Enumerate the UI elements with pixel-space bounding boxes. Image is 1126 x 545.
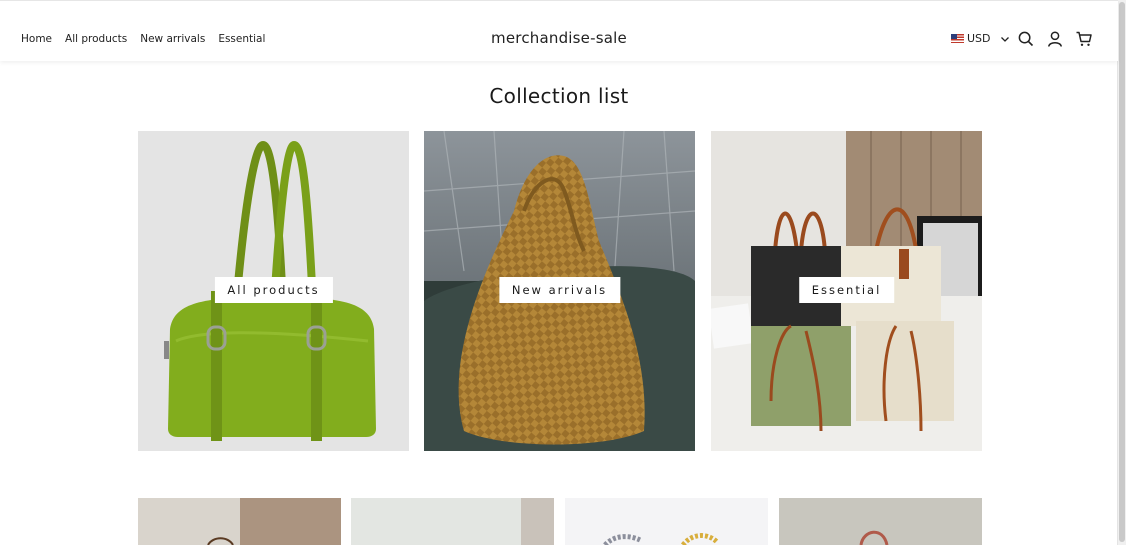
product-thumbnail[interactable] bbox=[351, 498, 554, 545]
tote-bag-thumbnail-image bbox=[138, 498, 341, 545]
us-flag-icon bbox=[951, 34, 964, 43]
chain-bracelets-thumbnail-image bbox=[565, 498, 768, 545]
currency-selector[interactable]: USD bbox=[951, 32, 1011, 45]
collection-label[interactable]: All products bbox=[214, 277, 333, 303]
collection-label[interactable]: New arrivals bbox=[498, 277, 621, 303]
chevron-down-icon bbox=[1000, 36, 1009, 42]
page-title: Collection list bbox=[489, 84, 629, 108]
currency-label: USD bbox=[967, 32, 991, 45]
site-header: Home All products New arrivals Essential… bbox=[0, 0, 1118, 61]
scrollbar-thumb[interactable] bbox=[1119, 2, 1125, 542]
collection-card-all-products[interactable]: All products bbox=[138, 131, 409, 451]
product-thumbnail[interactable] bbox=[565, 498, 768, 545]
bag-thumbnail-image bbox=[351, 498, 554, 545]
product-thumbnail[interactable] bbox=[779, 498, 982, 545]
search-icon[interactable] bbox=[1017, 30, 1035, 48]
account-icon[interactable] bbox=[1046, 30, 1064, 48]
collection-card-new-arrivals[interactable]: New arrivals bbox=[424, 131, 695, 451]
collection-label[interactable]: Essential bbox=[798, 277, 895, 303]
page-scrollbar[interactable] bbox=[1117, 0, 1126, 545]
handbag-thumbnail-image bbox=[779, 498, 982, 545]
collection-card-essential[interactable]: Essential bbox=[711, 131, 982, 451]
product-thumbnail[interactable] bbox=[138, 498, 341, 545]
cart-icon[interactable] bbox=[1075, 30, 1093, 48]
